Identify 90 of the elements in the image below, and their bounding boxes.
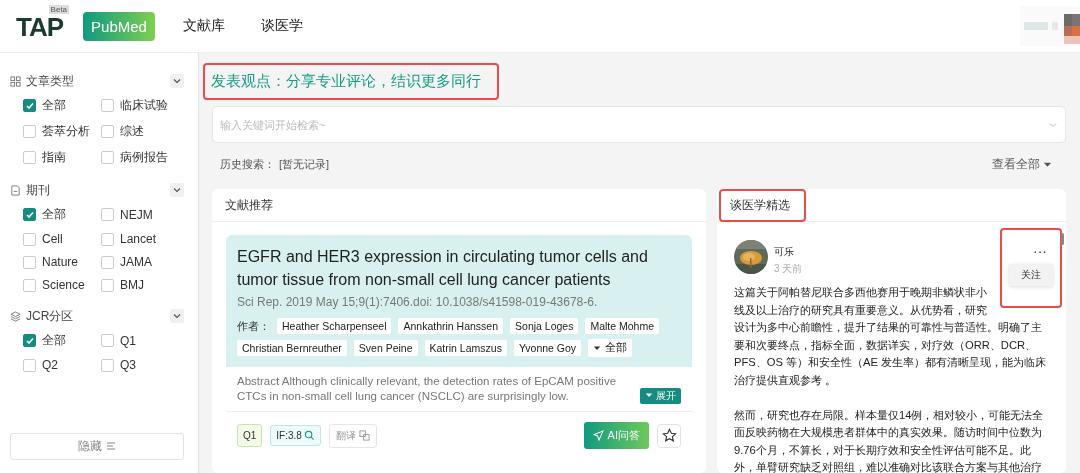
checkbox[interactable]	[23, 358, 36, 372]
filter-option[interactable]: Q3	[101, 358, 181, 372]
post-paragraph: 然而，研究也存在局限。样本量仅14例，相对较小，可能无法全面反映药物在大规模患者群体中的真实效果。随访时间中位数为9.76个月，不算长，对于长期疗效和安全性评估可能不足。此外，单臂研究缺乏对照组，难以准确对比该联合方案与其他治疗	[734, 407, 1045, 473]
headline: 发表观点：分享专业评论，结识更多同行	[203, 63, 499, 100]
article-title[interactable]: EGFR and HER3 expression in circulating tumor cells and tumor tissue from non-small cell lung cancer patients	[237, 245, 681, 291]
checkbox[interactable]	[101, 358, 114, 372]
checkbox[interactable]	[101, 278, 114, 292]
quartile-badge: Q1	[237, 424, 263, 447]
checkbox[interactable]	[101, 99, 114, 112]
author-tag[interactable]: Yvonne Goy	[513, 340, 582, 356]
section-title: 文章类型	[26, 72, 74, 90]
checkbox[interactable]	[101, 255, 114, 269]
checkbox[interactable]	[23, 99, 36, 112]
filter-option[interactable]: 病例报告	[101, 149, 181, 166]
checkbox[interactable]	[101, 232, 114, 246]
document-icon	[10, 184, 21, 196]
copy-icon	[358, 430, 370, 441]
nav-tab[interactable]: 文献库	[174, 10, 233, 42]
filter-option[interactable]: Cell	[23, 232, 101, 246]
send-icon	[592, 430, 604, 441]
more-button[interactable]: ···	[1033, 246, 1047, 256]
history-value: [暂无记录]	[279, 157, 330, 172]
post-time: 3 天前	[774, 262, 803, 276]
card-title: 谈医学精选	[719, 189, 806, 222]
author-tag[interactable]: Malte Mohme	[585, 318, 660, 334]
chevron-icon	[1048, 120, 1058, 130]
authors-label: 作者：	[237, 318, 270, 334]
citation: Sci Rep. 2019 May 15;9(1):7406.doi: 10.1038/s41598-019-43678-6.	[237, 295, 599, 309]
chevron-icon[interactable]	[170, 309, 184, 323]
checkbox[interactable]	[23, 151, 36, 164]
checkbox[interactable]	[23, 208, 36, 221]
filter-option[interactable]: 综述	[101, 123, 181, 140]
filter-option[interactable]: Science	[23, 278, 101, 292]
author-tag[interactable]: Katrin Lamszus	[424, 340, 507, 356]
chevron-icon[interactable]	[170, 74, 184, 88]
checkbox[interactable]	[101, 208, 114, 221]
filter-option[interactable]: 全部	[23, 332, 101, 349]
grid-icon	[10, 75, 21, 87]
beta-badge: Beta	[48, 4, 70, 14]
filter-option[interactable]: Q2	[23, 358, 101, 372]
layers-icon	[10, 310, 21, 322]
filter-option[interactable]: Nature	[23, 255, 101, 269]
filter-option[interactable]: Lancet	[101, 232, 181, 246]
checkbox[interactable]	[23, 255, 36, 269]
author-name[interactable]: 可乐	[774, 245, 803, 259]
author-tag[interactable]: Sven Peine	[353, 340, 418, 356]
nav-tab[interactable]: 谈医学	[252, 10, 311, 42]
abstract-text: Abstract Although clinically relevant, the detection rates of EpCAM positive CTCs in non-small cell lung cancer (NSCLC) are surprisingly low.	[237, 374, 618, 404]
author-tag[interactable]: Annkathrin Hanssen	[398, 318, 504, 334]
filter-option[interactable]: 全部	[23, 206, 101, 223]
caret-icon	[593, 344, 602, 352]
section-title: 期刊	[26, 181, 50, 199]
author-tag[interactable]: Christian Bernreuther	[237, 340, 347, 356]
search-icon	[303, 430, 315, 441]
follow-menu-item[interactable]: 关注	[1009, 264, 1053, 286]
author-tag[interactable]: Heather Scharpenseel	[277, 318, 392, 334]
checkbox[interactable]	[101, 125, 114, 138]
all-authors-button[interactable]: 全部	[588, 339, 633, 357]
filter-option[interactable]: BMJ	[101, 278, 181, 292]
filter-option[interactable]: 指南	[23, 149, 101, 166]
list-icon	[105, 442, 116, 450]
history-label: 历史搜索：	[220, 157, 275, 172]
filter-option[interactable]: 荟萃分析	[23, 123, 101, 140]
view-all-button[interactable]: 查看全部	[986, 155, 1058, 174]
checkbox[interactable]	[101, 151, 114, 164]
filter-option[interactable]: JAMA	[101, 255, 181, 269]
checkbox[interactable]	[101, 334, 114, 347]
caret-icon	[645, 391, 654, 399]
caret-icon	[1043, 160, 1052, 169]
search-field[interactable]: 输入关键词开始检索~	[212, 106, 1066, 143]
filter-option[interactable]: 临床试验	[101, 97, 181, 114]
filter-option[interactable]: NEJM	[101, 206, 181, 223]
card-title: 文献推荐	[225, 196, 273, 214]
hide-button[interactable]: 隐藏	[10, 433, 184, 460]
impact-factor-button[interactable]: IF:3.8	[270, 425, 321, 446]
expand-button[interactable]: 展开	[640, 388, 681, 404]
post-paragraph: 这篇关于阿帕替尼联合多西他赛用于晚期非鳞状非小线及以上治疗的研究具有重要意义。从优势看，研究设计为多中心前瞻性，提升了结果的可靠性与普适性。明确了主要和次要终点，指标全面，数据详实，对疗效（ORR、DCR、PFS、OS 等）和安全性（AE 发生率）都有清晰呈现，能为临床治疗提供直观参考 。	[734, 285, 1048, 388]
author-tag[interactable]: Sonja Loges	[510, 318, 579, 334]
section-title: JCR分区	[26, 307, 74, 325]
logo: TAP	[16, 13, 64, 40]
star-icon	[661, 428, 677, 443]
star-button[interactable]	[657, 423, 681, 448]
checkbox[interactable]	[23, 278, 36, 292]
filter-option[interactable]: 全部	[23, 97, 101, 114]
scrollbar[interactable]	[1061, 233, 1064, 245]
checkbox[interactable]	[23, 334, 36, 347]
checkbox[interactable]	[23, 232, 36, 246]
checkbox[interactable]	[23, 125, 36, 138]
filter-option[interactable]: Q1	[101, 332, 181, 349]
chevron-icon[interactable]	[170, 183, 184, 197]
